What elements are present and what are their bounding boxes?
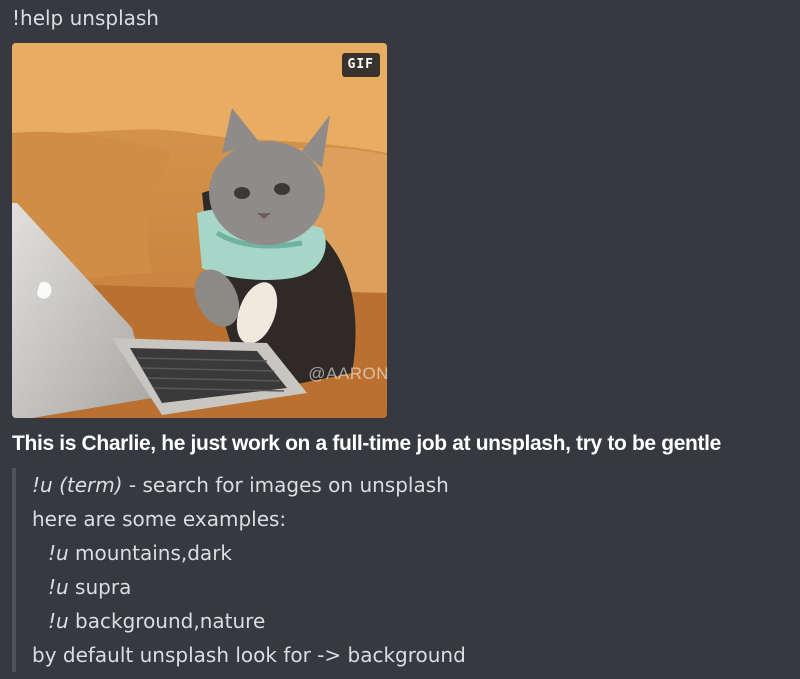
cat-typing-gif[interactable]: GIF @AARON xyxy=(12,43,387,418)
gif-illustration xyxy=(12,43,387,418)
example-argument: background,nature xyxy=(68,609,266,633)
example-command: !u xyxy=(48,541,69,565)
example-command: !u xyxy=(48,609,69,633)
usage-command: !u xyxy=(32,473,53,497)
embed-headline: This is Charlie, he just work on a full-… xyxy=(12,432,721,455)
example-argument: mountains,dark xyxy=(68,541,232,565)
usage-line: !u (term) - search for images on unsplas… xyxy=(32,468,732,502)
example-item: !u background,nature xyxy=(32,604,732,638)
example-command: !u xyxy=(48,575,69,599)
example-argument: supra xyxy=(68,575,132,599)
examples-intro: here are some examples: xyxy=(32,507,287,531)
usage-description: - search for images on unsplash xyxy=(122,473,449,497)
command-message: !help unsplash xyxy=(12,6,159,30)
usage-term: (term) xyxy=(59,473,123,497)
example-item: !u mountains,dark xyxy=(32,536,732,570)
default-note: by default unsplash look for -> backgrou… xyxy=(32,643,466,667)
help-blockquote: !u (term) - search for images on unsplas… xyxy=(12,468,732,672)
gif-watermark: @AARON xyxy=(308,364,387,383)
example-item: !u supra xyxy=(32,570,732,604)
gif-badge: GIF xyxy=(341,53,380,77)
